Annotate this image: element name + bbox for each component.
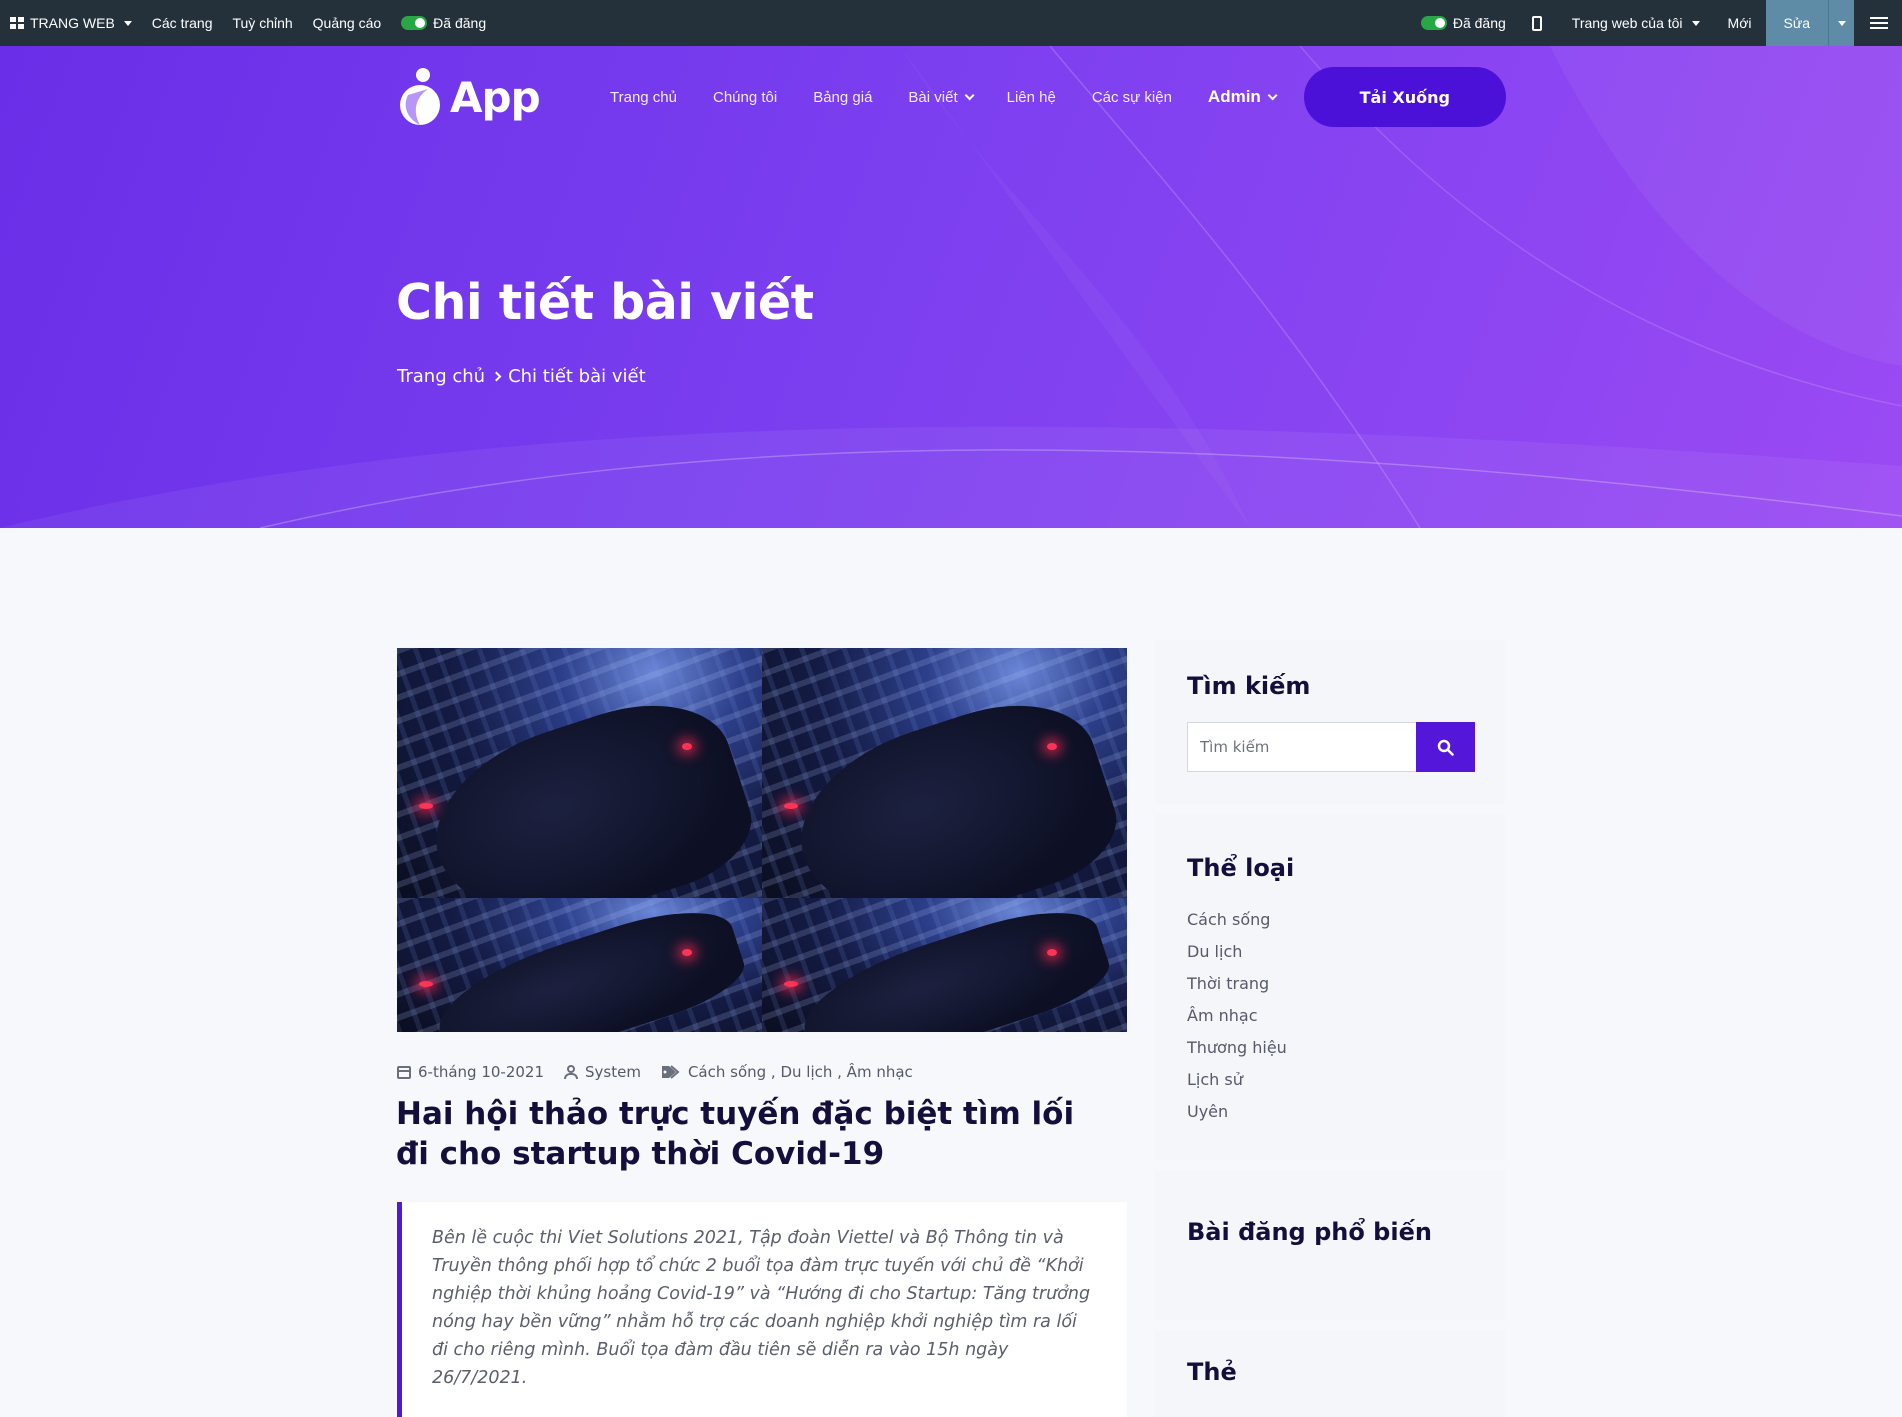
image-tile <box>762 898 1127 1032</box>
post-date: 6-tháng 10-2021 <box>397 1063 544 1081</box>
search-form <box>1187 722 1475 772</box>
nav-item-home[interactable]: Trang chủ <box>610 89 677 106</box>
chevron-down-icon <box>964 89 975 100</box>
post-featured-image[interactable] <box>397 648 1127 1032</box>
admin-bar: TRANG WEB Các trang Tuỳ chỉnh Quảng cáo … <box>0 0 1902 46</box>
category-item[interactable]: Âm nhạc <box>1187 1000 1475 1032</box>
popular-posts-widget: Bài đăng phổ biến <box>1155 1170 1505 1320</box>
category-item[interactable]: Thương hiệu <box>1187 1032 1475 1064</box>
mobile-preview-button[interactable] <box>1516 0 1558 46</box>
post-author[interactable]: System <box>564 1063 641 1081</box>
nav-item-admin[interactable]: Admin <box>1207 87 1278 107</box>
image-tile <box>762 648 1127 898</box>
publish-label-left: Đã đăng <box>433 15 487 31</box>
caret-down-icon <box>1691 20 1700 26</box>
category-list: Cách sống Du lịch Thời trang Âm nhạc Thư… <box>1187 904 1475 1128</box>
search-widget-title: Tìm kiếm <box>1187 672 1311 700</box>
ads-link[interactable]: Quảng cáo <box>303 0 392 46</box>
nav-item-contact[interactable]: Liên hệ <box>1007 89 1056 106</box>
nav-item-admin-label: Admin <box>1207 87 1261 106</box>
search-input[interactable] <box>1187 722 1416 772</box>
user-icon <box>564 1065 579 1079</box>
breadcrumb: Trang chủ Chi tiết bài viết <box>397 366 646 387</box>
caret-down-icon <box>123 20 132 26</box>
logo-mark-icon <box>400 68 440 125</box>
new-button[interactable]: Mới <box>1714 0 1766 46</box>
site-menu-label: TRANG WEB <box>30 15 115 31</box>
hamburger-menu-icon[interactable] <box>1870 17 1888 29</box>
nav-menu: Trang chủ Chúng tôi Bảng giá Bài viết Li… <box>610 87 1278 107</box>
nav-item-pricing[interactable]: Bảng giá <box>813 89 872 106</box>
my-site-menu[interactable]: Trang web của tôi <box>1558 0 1714 46</box>
post-author-text: System <box>585 1063 641 1081</box>
pages-link[interactable]: Các trang <box>142 0 223 46</box>
breadcrumb-current: Chi tiết bài viết <box>508 366 646 387</box>
calendar-icon <box>397 1065 411 1079</box>
nav-item-posts[interactable]: Bài viết <box>908 88 975 106</box>
category-item[interactable]: Thời trang <box>1187 968 1475 1000</box>
chevron-down-icon <box>1267 89 1278 100</box>
category-item[interactable]: Cách sống <box>1187 904 1475 936</box>
tags-widget: Thẻ <box>1155 1330 1505 1417</box>
my-site-label: Trang web của tôi <box>1571 15 1683 31</box>
post-meta: 6-tháng 10-2021 System Cách sống , Du lị… <box>397 1063 913 1081</box>
sidebar: Tìm kiếm Thể loại Cách sống Du lịch Thời… <box>1155 640 1505 1417</box>
logo-text: App <box>450 72 541 122</box>
edit-dropdown-button[interactable] <box>1828 0 1854 46</box>
popular-posts-title: Bài đăng phổ biến <box>1187 1218 1432 1246</box>
post-date-text: 6-tháng 10-2021 <box>418 1063 545 1081</box>
post-categories-text: Cách sống , Du lịch , Âm nhạc <box>687 1063 913 1081</box>
caret-down-icon <box>1837 20 1846 26</box>
image-tile <box>397 898 762 1032</box>
nav-item-posts-label: Bài viết <box>908 88 958 106</box>
tags-icon <box>661 1065 680 1079</box>
search-button[interactable] <box>1415 722 1475 772</box>
page-title: Chi tiết bài viết <box>396 274 814 331</box>
main-nav: App Trang chủ Chúng tôi Bảng giá Bài viế… <box>398 67 1508 127</box>
phone-icon <box>1531 15 1542 31</box>
tags-widget-title: Thẻ <box>1187 1358 1237 1386</box>
download-button[interactable]: Tải Xuống <box>1303 67 1506 127</box>
publish-label-right: Đã đăng <box>1452 15 1506 31</box>
category-item[interactable]: Du lịch <box>1187 936 1475 968</box>
categories-widget-title: Thể loại <box>1187 854 1295 882</box>
image-tile <box>397 648 762 898</box>
grid-icon <box>10 17 24 29</box>
toggle-on-icon <box>401 16 428 30</box>
publish-toggle-left[interactable]: Đã đăng <box>391 0 496 46</box>
edit-button[interactable]: Sửa <box>1765 0 1828 46</box>
category-item[interactable]: Lịch sử <box>1187 1064 1475 1096</box>
post-title: Hai hội thảo trực tuyến đặc biệt tìm lối… <box>396 1096 1075 1172</box>
chevron-right-icon <box>491 371 502 382</box>
post-excerpt-quote: Bên lề cuộc thi Viet Solutions 2021, Tập… <box>397 1202 1127 1417</box>
categories-widget: Thể loại Cách sống Du lịch Thời trang Âm… <box>1155 814 1505 1160</box>
search-widget: Tìm kiếm <box>1155 640 1505 804</box>
site-menu[interactable]: TRANG WEB <box>0 0 142 46</box>
nav-item-about[interactable]: Chúng tôi <box>713 89 777 106</box>
category-item[interactable]: Uyên <box>1187 1096 1475 1128</box>
nav-item-events[interactable]: Các sự kiện <box>1092 89 1172 106</box>
toggle-on-icon <box>1420 16 1447 30</box>
site-logo[interactable]: App <box>398 67 610 127</box>
hero-banner: App Trang chủ Chúng tôi Bảng giá Bài viế… <box>0 46 1902 528</box>
search-icon <box>1437 739 1454 756</box>
customize-link[interactable]: Tuỳ chỉnh <box>222 0 302 46</box>
publish-toggle-right[interactable]: Đã đăng <box>1411 0 1516 46</box>
breadcrumb-home-link[interactable]: Trang chủ <box>397 366 485 387</box>
post-categories[interactable]: Cách sống , Du lịch , Âm nhạc <box>661 1063 913 1081</box>
